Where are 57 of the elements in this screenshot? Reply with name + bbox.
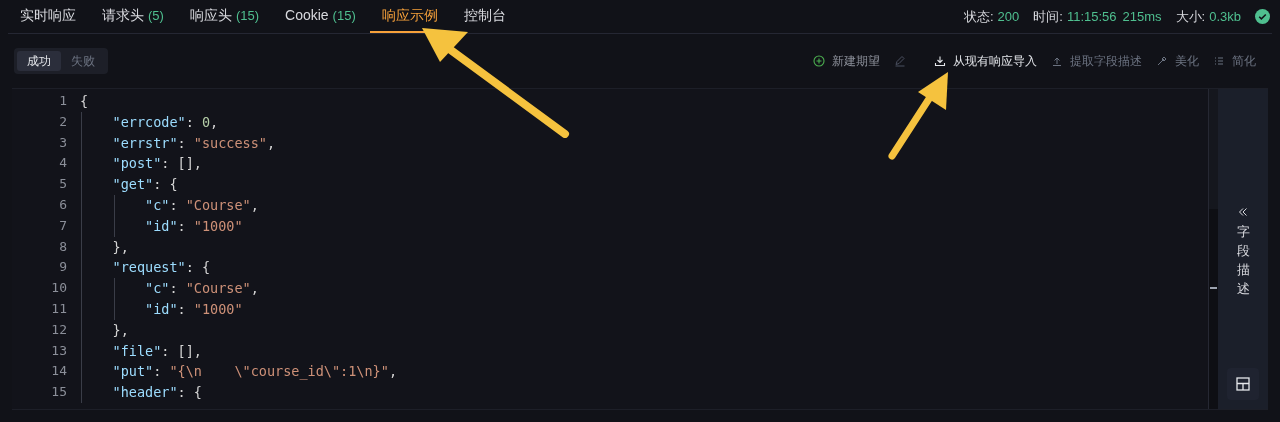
wand-icon xyxy=(1156,55,1168,67)
line-number: 7 xyxy=(59,216,67,235)
code-line: "request": { xyxy=(111,259,211,276)
code-line: "c": "Course", xyxy=(144,280,259,297)
tab[interactable]: 实时响应 xyxy=(8,0,88,33)
code-line: "put": "{\n \"course_id\":1\n}", xyxy=(111,363,397,380)
code-line: "c": "Course", xyxy=(144,197,259,213)
status-value: 11:15:56 xyxy=(1066,7,1117,26)
code-line: "errstr": "success", xyxy=(111,134,276,151)
toggle-option[interactable]: 成功 xyxy=(17,51,61,71)
tab[interactable]: 请求头 (5) xyxy=(90,0,176,33)
code-line: }, xyxy=(111,321,129,338)
code-line: "header": { xyxy=(111,384,202,401)
status-value: 215ms xyxy=(1122,7,1162,26)
line-number: 11 xyxy=(51,299,67,318)
code-line: "id": "1000" xyxy=(144,217,243,234)
field-description-button[interactable]: 字段描述 xyxy=(1236,207,1250,299)
tab[interactable]: 控制台 xyxy=(451,0,518,33)
plus-circle-icon xyxy=(813,55,825,67)
pencil-icon xyxy=(894,55,906,67)
toolbar-button[interactable]: 新建期望 xyxy=(813,52,880,70)
line-number: 15 xyxy=(51,383,67,402)
code-line: { xyxy=(80,93,89,109)
status-value: 200 xyxy=(997,7,1020,26)
code-line: "errcode": 0, xyxy=(111,113,219,130)
check-circle-icon xyxy=(1255,9,1270,24)
line-number: 10 xyxy=(51,279,67,298)
line-number: 5 xyxy=(59,175,67,194)
status-label: 时间: xyxy=(1033,7,1063,26)
line-number: 14 xyxy=(51,362,67,381)
line-number: 1 xyxy=(59,92,67,110)
line-number: 9 xyxy=(59,258,67,277)
list-icon xyxy=(1213,55,1225,67)
line-number: 2 xyxy=(59,112,67,131)
tab[interactable]: 响应头 (15) xyxy=(177,0,271,33)
chevrons-left-icon xyxy=(1238,207,1248,217)
toolbar-button[interactable]: 从现有响应导入 xyxy=(934,52,1037,70)
line-number: 6 xyxy=(59,196,67,214)
code-line: "file": [], xyxy=(111,342,202,359)
status-value: 0.3kb xyxy=(1209,7,1241,26)
layout-button[interactable] xyxy=(1227,368,1259,401)
download-icon xyxy=(934,55,946,67)
line-number: 8 xyxy=(59,237,67,256)
status-label: 状态: xyxy=(963,7,994,26)
code-line: "post": [], xyxy=(111,155,202,172)
toggle-option[interactable]: 失败 xyxy=(61,51,105,71)
tab[interactable]: Cookie (15) xyxy=(273,0,368,33)
line-number: 3 xyxy=(59,133,67,152)
line-number: 12 xyxy=(51,320,67,339)
line-number: 13 xyxy=(51,341,67,360)
layout-icon xyxy=(1236,377,1250,392)
code-line: }, xyxy=(111,238,129,255)
line-number: 4 xyxy=(59,154,67,173)
status-label: 大小: xyxy=(1175,7,1206,26)
upload-icon xyxy=(1051,55,1063,67)
code-line: "id": "1000" xyxy=(144,300,243,317)
code-line: "get": { xyxy=(111,176,178,193)
